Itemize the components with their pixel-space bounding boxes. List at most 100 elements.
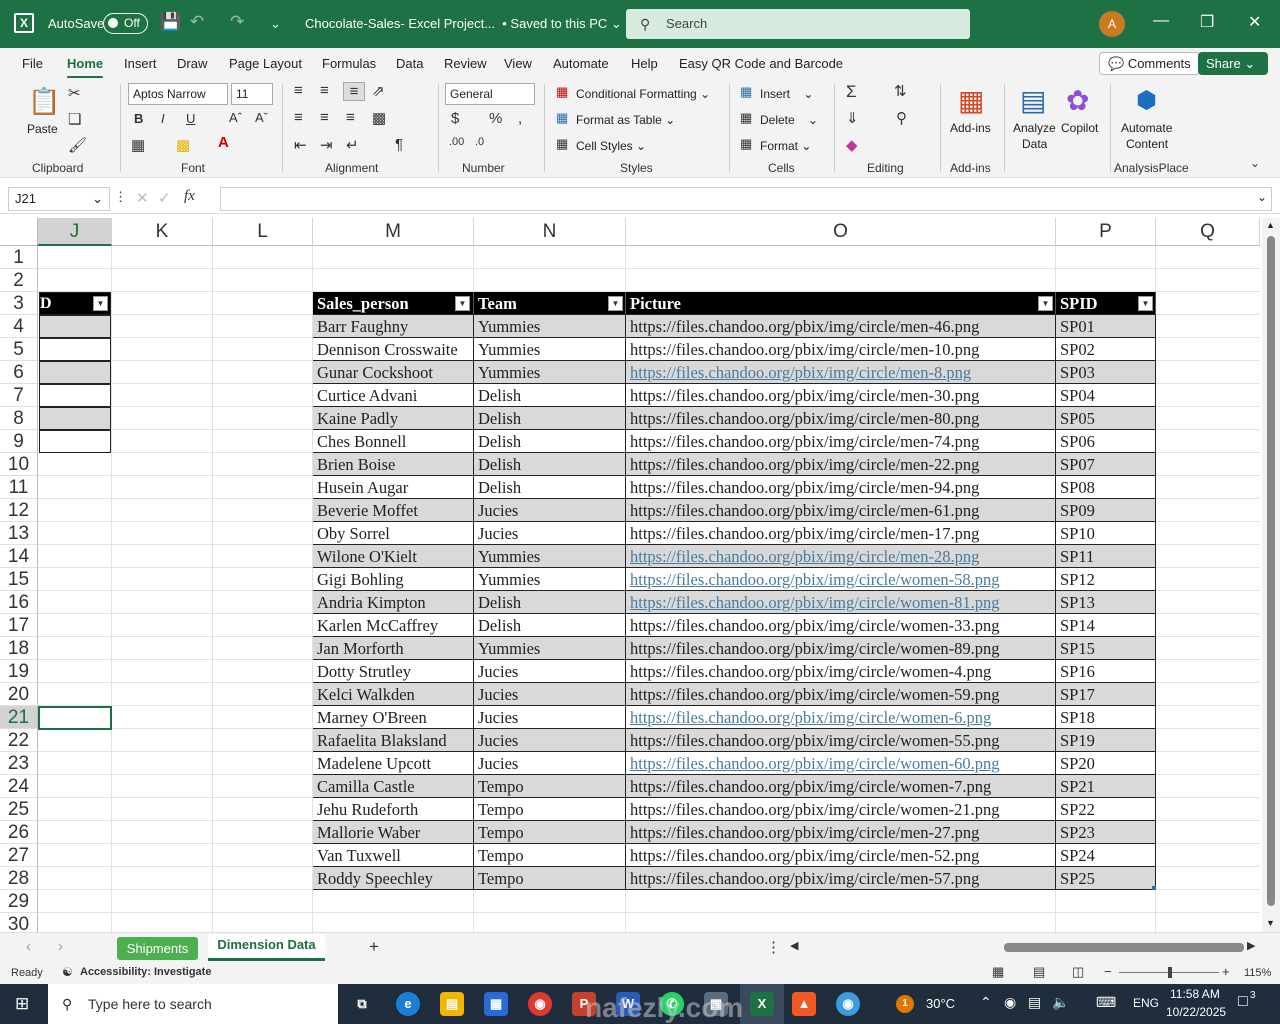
tray-app-icon[interactable]: ◉ [1004, 994, 1016, 1011]
cell-team[interactable]: Jucies [474, 499, 626, 522]
copilot-button[interactable]: Copilot [1061, 121, 1098, 135]
excel-taskbar-item[interactable]: X [740, 984, 784, 1024]
row-header[interactable]: 25 [0, 798, 38, 821]
column-header-k[interactable]: K [112, 218, 213, 246]
cell-team[interactable]: Jucies [474, 752, 626, 775]
enter-icon[interactable]: ✓ [158, 189, 171, 207]
cell-spid[interactable]: SP20 [1056, 752, 1156, 775]
cancel-icon[interactable]: ✕ [136, 189, 149, 207]
add-ins-icon[interactable]: ▦ [958, 84, 984, 117]
tab-easy-qr[interactable]: Easy QR Code and Barcode [679, 56, 843, 71]
cell-team[interactable]: Jucies [474, 729, 626, 752]
vertical-scrollbar[interactable]: ▲ ▼ [1262, 218, 1280, 932]
cell-picture[interactable]: https://files.chandoo.org/pbix/img/circl… [626, 637, 1056, 660]
cell-spid[interactable]: SP21 [1056, 775, 1156, 798]
cell-sales-person[interactable]: Husein Augar [313, 476, 474, 499]
row-header[interactable]: 12 [0, 499, 38, 522]
close-icon[interactable]: ✕ [1248, 12, 1261, 32]
cell-team[interactable]: Delish [474, 407, 626, 430]
comma-icon[interactable]: , [518, 110, 522, 127]
cell-sales-person[interactable]: Barr Faughny [313, 315, 474, 338]
row-header[interactable]: 27 [0, 844, 38, 867]
bold-icon[interactable]: B [134, 111, 143, 126]
sheet-tab-dimension-data[interactable]: Dimension Data [208, 934, 325, 961]
column-header-q[interactable]: Q [1156, 218, 1260, 246]
cell-sales-person[interactable]: Karlen McCaffrey [313, 614, 474, 637]
notifications-icon[interactable]: □ [1238, 993, 1248, 1011]
cell-team[interactable]: Tempo [474, 821, 626, 844]
cell-picture[interactable]: https://files.chandoo.org/pbix/img/circl… [626, 407, 1056, 430]
cell-sales-person[interactable]: Andria Kimpton [313, 591, 474, 614]
automate-content-icon[interactable]: ⬢ [1136, 86, 1157, 115]
filter-dropdown-icon[interactable]: ▼ [93, 296, 108, 311]
conditional-formatting-button[interactable]: Conditional Formatting ⌄ [576, 87, 710, 101]
autosave-toggle[interactable]: Off [103, 13, 148, 34]
restore-icon[interactable]: ❐ [1200, 12, 1214, 32]
format-painter-icon[interactable]: 🖌 [68, 136, 87, 154]
horizontal-scroll-thumb[interactable] [1004, 943, 1244, 952]
tab-view[interactable]: View [504, 56, 532, 71]
save-icon[interactable]: 💾 [160, 12, 181, 32]
insert-cells-button[interactable]: Insert ⌄ [760, 87, 813, 101]
column-header-l[interactable]: L [213, 218, 313, 246]
align-bottom-icon[interactable]: ≡ [343, 82, 365, 101]
next-sheet-icon[interactable]: › [58, 938, 63, 955]
cell-team[interactable]: Jucies [474, 522, 626, 545]
row-header[interactable]: 2 [0, 269, 38, 292]
align-right-icon[interactable]: ≡ [346, 109, 355, 126]
cell-picture[interactable]: https://files.chandoo.org/pbix/img/circl… [626, 476, 1056, 499]
select-all-corner[interactable] [0, 218, 38, 246]
hyperlink[interactable]: https://files.chandoo.org/pbix/img/circl… [630, 708, 991, 727]
row-header[interactable]: 1 [0, 246, 38, 269]
font-color-icon[interactable]: A [218, 134, 229, 151]
row-header[interactable]: 28 [0, 867, 38, 890]
undo-icon[interactable]: ↶ [190, 12, 204, 32]
find-select-icon[interactable]: ⚲ [896, 109, 907, 127]
cell-spid[interactable]: SP13 [1056, 591, 1156, 614]
currency-icon[interactable]: $ [451, 110, 459, 127]
hyperlink[interactable]: https://files.chandoo.org/pbix/img/circl… [630, 754, 1000, 773]
cell-picture[interactable]: https://files.chandoo.org/pbix/img/circl… [626, 798, 1056, 821]
cell-spid[interactable]: SP04 [1056, 384, 1156, 407]
header-cell-picture[interactable]: Picture ▼ [626, 292, 1056, 315]
cell-team[interactable]: Tempo [474, 844, 626, 867]
cell-spid[interactable]: SP15 [1056, 637, 1156, 660]
speaker-icon[interactable]: 🔈 [1052, 994, 1069, 1011]
cell-spid[interactable]: SP09 [1056, 499, 1156, 522]
cell-spid[interactable]: SP06 [1056, 430, 1156, 453]
tab-page-layout[interactable]: Page Layout [229, 56, 302, 71]
clock-time[interactable]: 11:58 AM [1170, 987, 1220, 1001]
row-header[interactable]: 4 [0, 315, 38, 338]
cell-sales-person[interactable]: Gigi Bohling [313, 568, 474, 591]
font-name-select[interactable]: Aptos Narrow [128, 83, 228, 105]
cell-picture[interactable]: https://files.chandoo.org/pbix/img/circl… [626, 844, 1056, 867]
row-header[interactable]: 16 [0, 591, 38, 614]
cell-sales-person[interactable]: Roddy Speechley [313, 867, 474, 890]
cell-picture[interactable]: https://files.chandoo.org/pbix/img/circl… [626, 614, 1056, 637]
row-header[interactable]: 23 [0, 752, 38, 775]
cell-team[interactable]: Yummies [474, 545, 626, 568]
windows-start-icon[interactable]: ⊞ [15, 994, 29, 1014]
store-icon[interactable]: ▦ [484, 992, 508, 1016]
name-box[interactable]: J21 ⌄ [8, 187, 110, 211]
cell-spid[interactable]: SP10 [1056, 522, 1156, 545]
cell-spid[interactable]: SP05 [1056, 407, 1156, 430]
column-header-j[interactable]: J [38, 218, 112, 246]
cell-sales-person[interactable]: Dennison Crosswaite [313, 338, 474, 361]
cell-team[interactable]: Delish [474, 614, 626, 637]
cell-picture[interactable]: https://files.chandoo.org/pbix/img/circl… [626, 729, 1056, 752]
decrease-decimal-icon[interactable]: .0 [475, 136, 484, 148]
cell-team[interactable]: Tempo [474, 775, 626, 798]
app-icon[interactable]: ◉ [836, 992, 860, 1016]
comments-button[interactable]: 💬 Comments [1099, 52, 1200, 75]
clock-date[interactable]: 10/22/2025 [1166, 1005, 1226, 1019]
decrease-font-icon[interactable]: Aˇ [255, 110, 268, 125]
j-table-cell[interactable] [39, 407, 111, 430]
keyboard-icon[interactable]: ⌨ [1096, 994, 1116, 1011]
cell-spid[interactable]: SP18 [1056, 706, 1156, 729]
cut-icon[interactable]: ✂ [68, 84, 81, 102]
cell-picture[interactable]: https://files.chandoo.org/pbix/img/circl… [626, 545, 1056, 568]
row-header[interactable]: 9 [0, 430, 38, 453]
scroll-up-icon[interactable]: ▲ [1266, 220, 1275, 230]
cell-spid[interactable]: SP23 [1056, 821, 1156, 844]
